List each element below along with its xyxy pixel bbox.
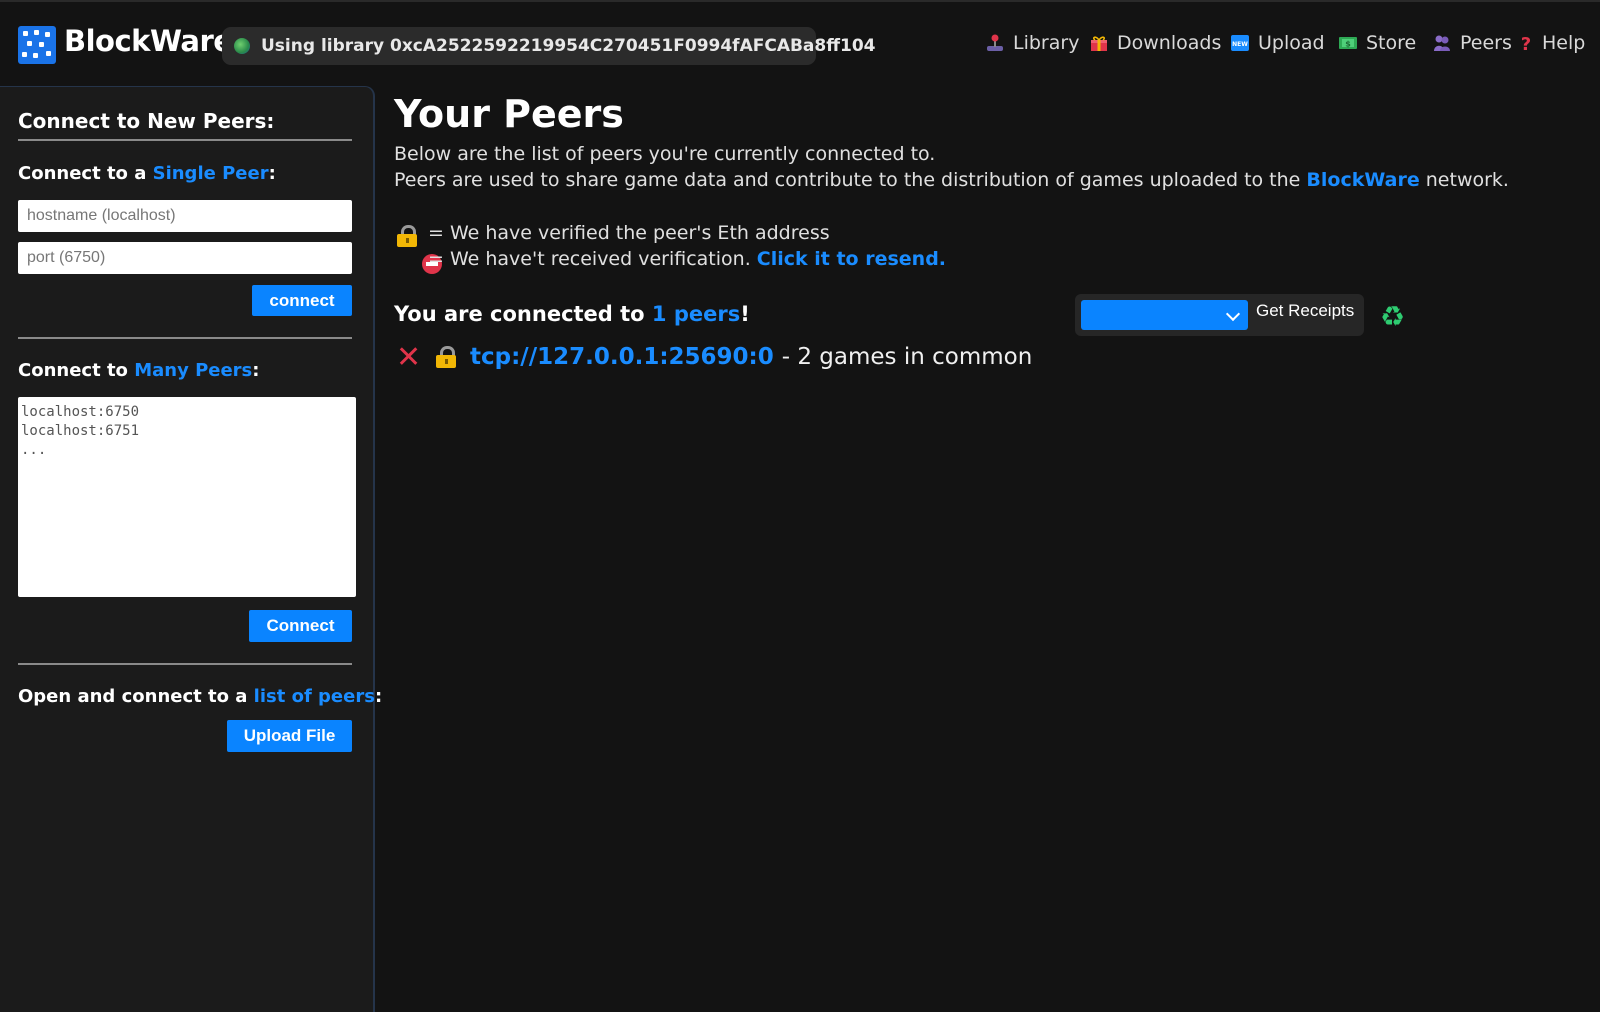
money-icon: $	[1339, 34, 1357, 52]
peer-count-link[interactable]: 1 peers	[652, 302, 740, 326]
svg-text:NEW: NEW	[1232, 41, 1248, 48]
upload-file-button[interactable]: Upload File	[227, 720, 352, 752]
peer-row: ✕ tcp://127.0.0.1:25690:0 - 2 games in c…	[396, 340, 1033, 375]
nav-downloads[interactable]: Downloads	[1090, 32, 1221, 54]
receipts-panel: Get Receipts	[1075, 294, 1364, 336]
peer-address-link[interactable]: tcp://127.0.0.1:25690:0	[470, 344, 774, 370]
recycle-icon[interactable]: ♻	[1380, 302, 1405, 332]
sidebar-divider	[18, 337, 352, 339]
single-peer-heading: Connect to a Single Peer:	[18, 163, 276, 184]
nav-library-label: Library	[1013, 32, 1080, 54]
sidebar-heading: Connect to New Peers:	[18, 109, 275, 133]
joystick-icon	[986, 34, 1004, 52]
app-header: BlockWare Using library 0xcA252259221995…	[0, 0, 1600, 88]
nav-help[interactable]: ? Help	[1519, 32, 1586, 55]
connection-summary: You are connected to 1 peers!	[394, 302, 750, 326]
sidebar-divider	[18, 663, 352, 665]
svg-text:$: $	[1345, 40, 1351, 49]
chevron-down-icon	[1225, 306, 1241, 322]
nav-store-label: Store	[1366, 32, 1417, 54]
nav-upload-label: Upload	[1258, 32, 1325, 54]
nav-store[interactable]: $ Store	[1339, 32, 1416, 54]
peers-description: Below are the list of peers you're curre…	[394, 143, 936, 165]
lock-icon[interactable]	[436, 346, 456, 368]
library-label: Using library 0xcA2522592219954C270451F0…	[261, 36, 876, 56]
page-title: Your Peers	[394, 92, 624, 136]
many-peers-heading: Connect to Many Peers:	[18, 360, 260, 381]
connect-sidebar: Connect to New Peers: Connect to a Singl…	[0, 86, 382, 1012]
nav-help-label: Help	[1542, 32, 1586, 54]
peers-icon	[1433, 34, 1451, 52]
nav-downloads-label: Downloads	[1117, 32, 1222, 54]
nav-upload[interactable]: NEW Upload	[1231, 32, 1325, 54]
nav-library[interactable]: Library	[986, 32, 1079, 54]
legend-verified: = We have verified the peer's Eth addres…	[428, 222, 830, 244]
resend-verification-link[interactable]: Click it to resend.	[757, 248, 946, 270]
nav-peers[interactable]: Peers	[1433, 32, 1512, 54]
svg-text:?: ?	[1521, 34, 1531, 52]
connect-single-button[interactable]: connect	[252, 285, 352, 316]
get-receipts-button[interactable]: Get Receipts	[1256, 301, 1354, 321]
blockware-logo-icon[interactable]	[18, 26, 56, 64]
single-peer-link[interactable]: Single Peer	[153, 163, 269, 184]
lock-icon	[397, 225, 417, 247]
disconnect-peer-icon[interactable]: ✕	[396, 340, 436, 375]
sidebar-divider	[18, 139, 352, 141]
gift-icon	[1090, 34, 1108, 52]
app-brand[interactable]: BlockWare	[64, 24, 233, 58]
nav-peers-label: Peers	[1460, 32, 1512, 54]
peer-games-info: - 2 games in common	[781, 344, 1033, 370]
peers-description-2: Peers are used to share game data and co…	[394, 169, 1509, 191]
many-peers-textarea[interactable]: localhost:6750 localhost:6751 ...	[18, 397, 356, 597]
connect-many-button[interactable]: Connect	[249, 610, 352, 642]
new-badge-icon: NEW	[1231, 34, 1249, 52]
legend-unverified: = We have't received verification. Click…	[428, 248, 947, 270]
peer-list-link[interactable]: list of peers	[254, 686, 375, 707]
peer-list-heading: Open and connect to a list of peers:	[18, 686, 383, 707]
globe-icon	[234, 38, 250, 54]
question-icon: ?	[1519, 34, 1533, 55]
hostname-input[interactable]: hostname (localhost)	[18, 200, 352, 232]
receipts-select[interactable]	[1081, 300, 1248, 330]
many-peers-link[interactable]: Many Peers	[134, 360, 252, 381]
blockware-link[interactable]: BlockWare	[1306, 169, 1419, 191]
library-indicator[interactable]: Using library 0xcA2522592219954C270451F0…	[222, 27, 876, 65]
port-input[interactable]: port (6750)	[18, 242, 352, 274]
